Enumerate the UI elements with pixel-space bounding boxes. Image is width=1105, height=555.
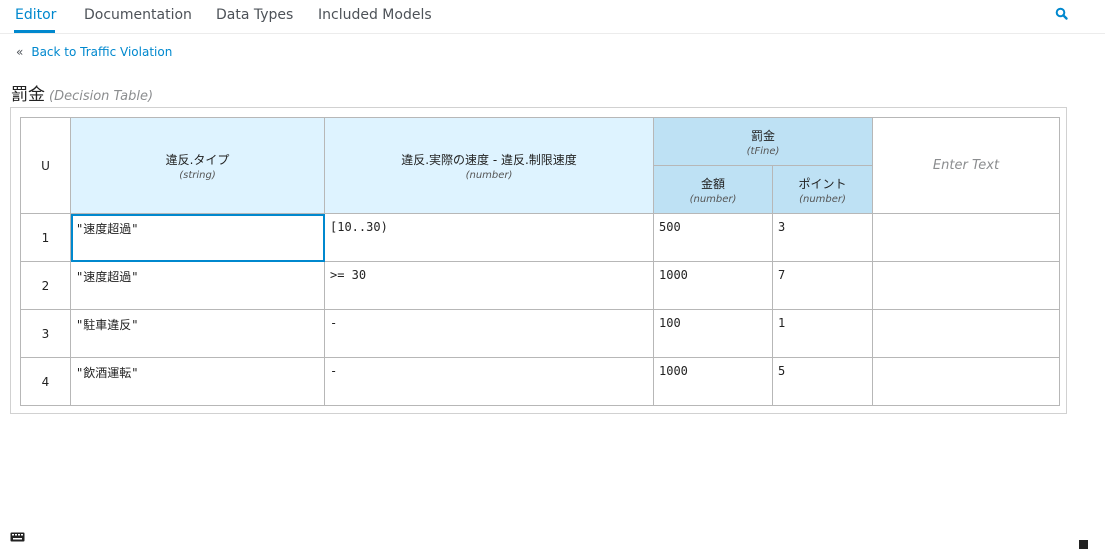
input-header-2-name: 違反.実際の速度 - 違反.制限速度 — [401, 152, 577, 167]
decision-name: 罰金 — [11, 85, 45, 105]
annotation-cell[interactable] — [872, 213, 1060, 262]
decision-type: (Decision Table) — [49, 89, 154, 104]
annotation-cell[interactable] — [872, 309, 1060, 358]
search-icon[interactable] — [1055, 7, 1069, 21]
output-component-points-type: (number) — [799, 193, 846, 205]
input-header-1-name: 違反.タイプ — [165, 152, 230, 167]
output-component-points[interactable]: ポイント (number) — [772, 165, 873, 214]
rule-cell[interactable]: "速度超過" — [70, 213, 325, 262]
active-tab-indicator — [14, 30, 55, 33]
hit-policy-cell[interactable]: U — [20, 117, 71, 214]
tab-data-types[interactable]: Data Types — [216, 7, 293, 23]
table-row: 4 "飲酒運転" - 1000 5 — [20, 357, 1060, 406]
rule-cell[interactable]: >= 30 — [324, 261, 654, 310]
annotation-cell[interactable] — [872, 261, 1060, 310]
rule-cell[interactable]: 7 — [772, 261, 873, 310]
rule-cell[interactable]: - — [324, 357, 654, 406]
output-header-name: 罰金 — [750, 128, 775, 143]
rule-cell[interactable]: 1000 — [653, 261, 773, 310]
rule-cell[interactable]: "駐車違反" — [70, 309, 325, 358]
rule-cell[interactable]: 500 — [653, 213, 773, 262]
rule-cell[interactable]: 1000 — [653, 357, 773, 406]
input-header-1[interactable]: 違反.タイプ (string) — [70, 117, 325, 214]
tab-documentation[interactable]: Documentation — [84, 7, 192, 23]
table-row: 1 "速度超過" [10..30) 500 3 — [20, 213, 1060, 262]
output-header-type: (tFine) — [746, 145, 780, 157]
double-chevron-left-icon: « — [16, 45, 24, 59]
tab-included-models[interactable]: Included Models — [318, 7, 432, 23]
output-component-amount-type: (number) — [689, 193, 737, 205]
table-row: 3 "駐車違反" - 100 1 — [20, 309, 1060, 358]
decision-table: U 違反.タイプ (string) 違反.実際の速度 - 違反.制限速度 (nu… — [20, 117, 1060, 406]
table-row: 2 "速度超過" >= 30 1000 7 — [20, 261, 1060, 310]
corner-square-icon — [1079, 540, 1088, 549]
editor-tabs: Editor Documentation Data Types Included… — [0, 0, 1105, 34]
rule-cell[interactable]: 3 — [772, 213, 873, 262]
row-number[interactable]: 2 — [20, 261, 71, 310]
rule-cell[interactable]: [10..30) — [324, 213, 654, 262]
rule-cell[interactable]: "飲酒運転" — [70, 357, 325, 406]
output-component-amount-name: 金額 — [700, 176, 725, 191]
row-number[interactable]: 1 — [20, 213, 71, 262]
back-link[interactable]: « Back to Traffic Violation — [16, 45, 172, 59]
back-link-label: Back to Traffic Violation — [31, 45, 173, 59]
annotation-cell[interactable] — [872, 357, 1060, 406]
page-title: 罰金 (Decision Table) — [11, 80, 153, 105]
output-component-points-name: ポイント — [798, 176, 847, 191]
rule-cell[interactable]: "速度超過" — [70, 261, 325, 310]
output-header[interactable]: 罰金 (tFine) — [653, 117, 873, 166]
input-header-2[interactable]: 違反.実際の速度 - 違反.制限速度 (number) — [324, 117, 654, 214]
output-component-amount[interactable]: 金額 (number) — [653, 165, 773, 214]
annotation-header[interactable]: Enter Text — [872, 117, 1060, 214]
row-number[interactable]: 4 — [20, 357, 71, 406]
input-header-2-type: (number) — [465, 169, 513, 181]
rule-cell[interactable]: 1 — [772, 309, 873, 358]
keyboard-icon[interactable] — [10, 532, 25, 542]
input-header-1-type: (string) — [179, 169, 216, 181]
rule-cell[interactable]: - — [324, 309, 654, 358]
rule-cell[interactable]: 5 — [772, 357, 873, 406]
rule-cell[interactable]: 100 — [653, 309, 773, 358]
row-number[interactable]: 3 — [20, 309, 71, 358]
tab-editor[interactable]: Editor — [15, 7, 56, 23]
